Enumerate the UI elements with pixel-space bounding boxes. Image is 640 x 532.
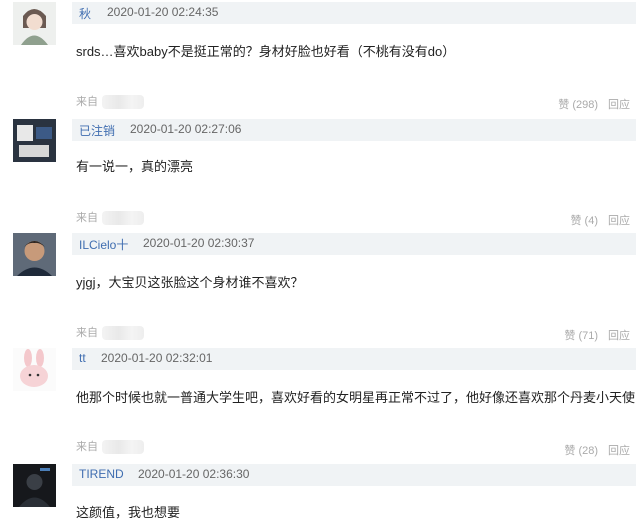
comment-item: 已注销 2020-01-20 02:27:06 有一说一，真的漂亮 来自 赞 (…: [0, 116, 640, 231]
like-button[interactable]: 赞 (4): [570, 215, 598, 227]
comment-source: 来自: [76, 93, 144, 110]
comment-actions: 赞 (4) 回应: [570, 212, 630, 228]
comment-timestamp: 2020-01-20 02:36:30: [138, 467, 250, 481]
comment-timestamp: 2020-01-20 02:30:37: [143, 236, 255, 250]
comment-text: 他那个时候也就一普通大学生吧，喜欢好看的女明星再正常不过了，他好像还喜欢那个丹麦…: [76, 390, 636, 405]
like-count: (4): [584, 215, 598, 227]
comment-timestamp: 2020-01-20 02:32:01: [101, 351, 213, 365]
user-avatar[interactable]: [13, 348, 56, 391]
comment-item: tt 2020-01-20 02:32:01 他那个时候也就一普通大学生吧，喜欢…: [0, 346, 640, 461]
source-label: 来自: [76, 441, 98, 453]
like-label: 赞: [564, 445, 576, 457]
user-avatar[interactable]: [13, 233, 56, 276]
username-link[interactable]: 已注销: [79, 122, 115, 139]
blurred-source: [102, 95, 144, 110]
reply-button[interactable]: 回应: [608, 330, 630, 342]
comment-header: ILCielo十 2020-01-20 02:30:37: [72, 233, 636, 255]
comment-actions: 赞 (298) 回应: [558, 96, 630, 112]
like-count: (298): [572, 99, 598, 111]
username-link[interactable]: tt: [79, 351, 86, 365]
comment-text: yjgj，大宝贝这张脸这个身材谁不喜欢？: [76, 275, 304, 290]
like-button[interactable]: 赞 (71): [564, 330, 598, 342]
comment-item: ILCielo十 2020-01-20 02:30:37 yjgj，大宝贝这张脸…: [0, 231, 640, 346]
user-avatar[interactable]: [13, 119, 56, 162]
comment-actions: 赞 (28) 回应: [564, 442, 630, 458]
comment-source: 来自: [76, 209, 144, 226]
comment-text: 这颜值，我也想要: [76, 505, 181, 520]
comment-header: 秋 2020-01-20 02:24:35: [72, 2, 636, 24]
like-label: 赞: [570, 215, 582, 227]
comment-header: 已注销 2020-01-20 02:27:06: [72, 119, 636, 141]
user-avatar[interactable]: [13, 464, 56, 507]
blurred-source: [102, 440, 144, 455]
like-label: 赞: [564, 330, 576, 342]
source-label: 来自: [76, 212, 98, 224]
comment-item: 秋 2020-01-20 02:24:35 srds…喜欢baby不是挺正常的？…: [0, 0, 640, 116]
blurred-source: [102, 211, 144, 226]
comment-header: tt 2020-01-20 02:32:01: [72, 348, 636, 370]
comment-source: 来自: [76, 324, 144, 341]
comment-text: 有一说一，真的漂亮: [76, 159, 194, 174]
like-count: (28): [578, 445, 598, 457]
comment-header: TIREND 2020-01-20 02:36:30: [72, 464, 636, 486]
comment-text: srds…喜欢baby不是挺正常的？身材好脸也好看（不桃有没有do）: [76, 44, 456, 59]
reply-button[interactable]: 回应: [608, 215, 630, 227]
user-avatar[interactable]: [13, 2, 56, 45]
blurred-source: [102, 326, 144, 341]
comment-timestamp: 2020-01-20 02:24:35: [107, 5, 219, 19]
like-button[interactable]: 赞 (298): [558, 99, 598, 111]
like-button[interactable]: 赞 (28): [564, 445, 598, 457]
comment-item: TIREND 2020-01-20 02:36:30 这颜值，我也想要: [0, 461, 640, 532]
reply-button[interactable]: 回应: [608, 99, 630, 111]
like-label: 赞: [558, 99, 570, 111]
like-count: (71): [578, 330, 598, 342]
username-link[interactable]: TIREND: [79, 467, 124, 481]
username-link[interactable]: ILCielo十: [79, 236, 128, 253]
reply-button[interactable]: 回应: [608, 445, 630, 457]
comment-timestamp: 2020-01-20 02:27:06: [130, 122, 242, 136]
comment-actions: 赞 (71) 回应: [564, 327, 630, 343]
source-label: 来自: [76, 327, 98, 339]
username-link[interactable]: 秋: [79, 5, 91, 22]
comment-source: 来自: [76, 438, 144, 455]
source-label: 来自: [76, 96, 98, 108]
